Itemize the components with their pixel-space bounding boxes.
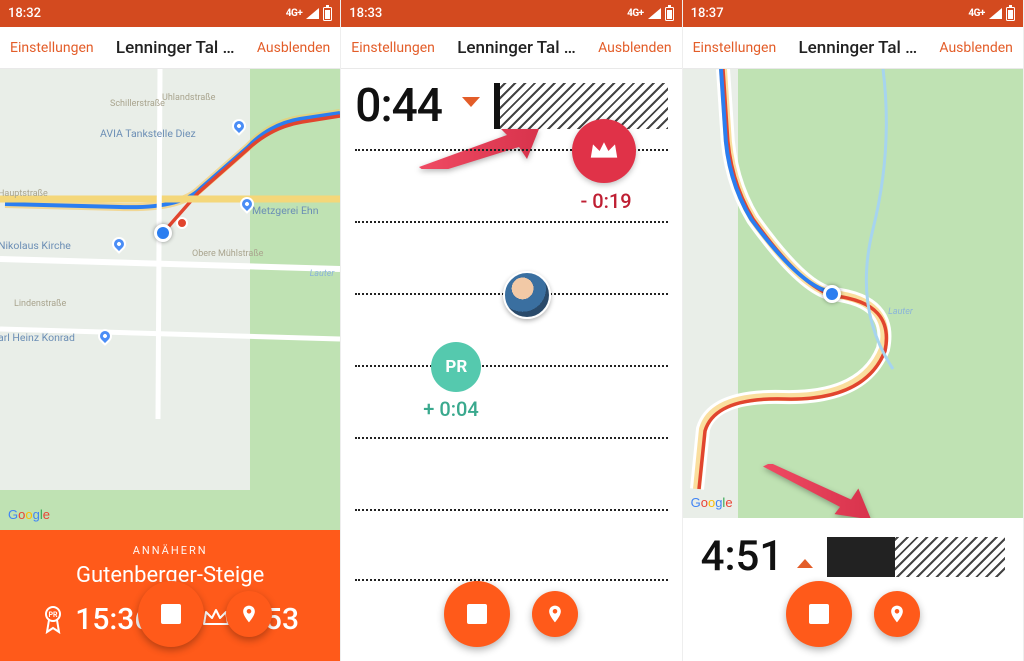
page-title: Lenninger Tal …	[94, 38, 257, 58]
poi-kirche: Nikolaus Kirche	[0, 239, 71, 252]
pr-lane: PR + 0:04	[355, 365, 667, 437]
page-title: Lenninger Tal …	[435, 38, 598, 58]
status-icons: 4G+	[968, 7, 1015, 21]
rival-lane	[355, 293, 667, 365]
street-schiller: Schillerstraße	[110, 99, 165, 109]
app-bar: Einstellungen Lenninger Tal … Ausblenden	[683, 27, 1023, 69]
progress-fill	[827, 537, 894, 577]
location-pin-icon	[887, 604, 907, 624]
hide-link[interactable]: Ausblenden	[257, 40, 330, 56]
stop-button[interactable]	[444, 581, 510, 647]
street-uhland: Uhlandstraße	[162, 93, 215, 103]
phone-screen-3: 18:37 4G+ Einstellungen Lenninger Tal … …	[683, 0, 1024, 661]
network-label: 4G+	[968, 8, 985, 19]
settings-link[interactable]: Einstellungen	[693, 40, 777, 56]
status-bar: 18:32 4G+	[0, 0, 340, 27]
status-clock: 18:37	[691, 6, 724, 21]
settings-link[interactable]: Einstellungen	[351, 40, 435, 56]
page-title: Lenninger Tal …	[776, 38, 939, 58]
river-lauter: Lauter	[310, 269, 335, 279]
route-overlay	[683, 69, 1023, 518]
svg-text:PR: PR	[49, 611, 59, 619]
app-bar: Einstellungen Lenninger Tal … Ausblenden	[341, 27, 681, 69]
map-view[interactable]: AVIA Tankstelle Diez Metzgerei Ehn Nikol…	[0, 69, 340, 530]
kom-lane: - 0:19	[355, 149, 667, 221]
kom-marker	[572, 119, 636, 183]
network-label: 4G+	[627, 8, 644, 19]
position-caret-icon	[797, 559, 813, 568]
locate-button[interactable]	[226, 591, 272, 637]
phone-screen-1: 18:32 4G+ Einstellungen Lenninger Tal … …	[0, 0, 341, 661]
signal-icon	[306, 8, 319, 19]
status-bar: 18:37 4G+	[683, 0, 1023, 27]
status-icons: 4G+	[627, 7, 674, 21]
google-logo: Google	[691, 495, 733, 510]
signal-icon	[989, 8, 1002, 19]
elapsed-time: 0:44	[355, 79, 442, 133]
pr-time-group: PR 15:36	[41, 602, 151, 637]
battery-icon	[323, 7, 332, 21]
status-clock: 18:33	[349, 6, 382, 21]
pr-marker-label: PR	[445, 357, 467, 377]
stop-button[interactable]	[786, 581, 852, 647]
segment-status-label: ANNÄHERN	[16, 544, 324, 557]
pr-marker: PR	[431, 342, 481, 392]
river-label: Lauter	[888, 307, 913, 317]
app-bar: Einstellungen Lenninger Tal … Ausblenden	[0, 27, 340, 69]
stop-button[interactable]	[138, 581, 204, 647]
google-logo: Google	[8, 507, 50, 522]
street-linden: Lindenstraße	[14, 299, 66, 309]
status-bar: 18:33 4G+	[341, 0, 681, 27]
current-location-dot	[823, 285, 841, 303]
lane-spacer	[355, 509, 667, 581]
stop-icon	[809, 604, 829, 624]
position-caret-icon	[462, 97, 480, 107]
kom-delta: - 0:19	[580, 189, 631, 213]
poi-konrad: arl Heinz Konrad	[0, 331, 75, 344]
street-muhl: Obere Mühlstraße	[192, 249, 263, 259]
status-icons: 4G+	[286, 7, 333, 21]
segment-progress-bar	[827, 537, 1005, 577]
location-pin-icon	[545, 604, 565, 624]
live-segment-view[interactable]: 0:44 - 0:19 PR + 0:04	[341, 69, 681, 661]
rival-avatar	[503, 271, 551, 319]
phone-screen-2: 18:33 4G+ Einstellungen Lenninger Tal … …	[341, 0, 682, 661]
elapsed-time: 4:51	[701, 532, 784, 581]
battery-icon	[665, 7, 674, 21]
settings-link[interactable]: Einstellungen	[10, 40, 94, 56]
pr-badge-icon: PR	[41, 606, 65, 634]
lane-spacer	[355, 437, 667, 509]
annotation-arrow-icon	[763, 464, 873, 518]
signal-icon	[648, 8, 661, 19]
status-clock: 18:32	[8, 6, 41, 21]
battery-icon	[1006, 7, 1015, 21]
poi-metzgerei: Metzgerei Ehn	[252, 204, 319, 217]
hide-link[interactable]: Ausblenden	[598, 40, 671, 56]
location-pin-icon	[239, 604, 259, 624]
segment-progress-bar	[494, 83, 668, 129]
stop-icon	[467, 604, 487, 624]
street-haupt: Hauptstraße	[0, 189, 48, 199]
hide-link[interactable]: Ausblenden	[939, 40, 1012, 56]
poi-avia: AVIA Tankstelle Diez	[100, 127, 196, 140]
locate-button[interactable]	[874, 591, 920, 637]
segment-progress-panel: 4:51	[683, 518, 1023, 661]
crown-icon	[588, 140, 620, 162]
map-view[interactable]: Lauter Google	[683, 69, 1023, 518]
stop-icon	[161, 604, 181, 624]
segment-start-dot	[176, 217, 188, 229]
current-location-dot	[154, 224, 172, 242]
pr-delta: + 0:04	[423, 397, 478, 421]
network-label: 4G+	[286, 8, 303, 19]
